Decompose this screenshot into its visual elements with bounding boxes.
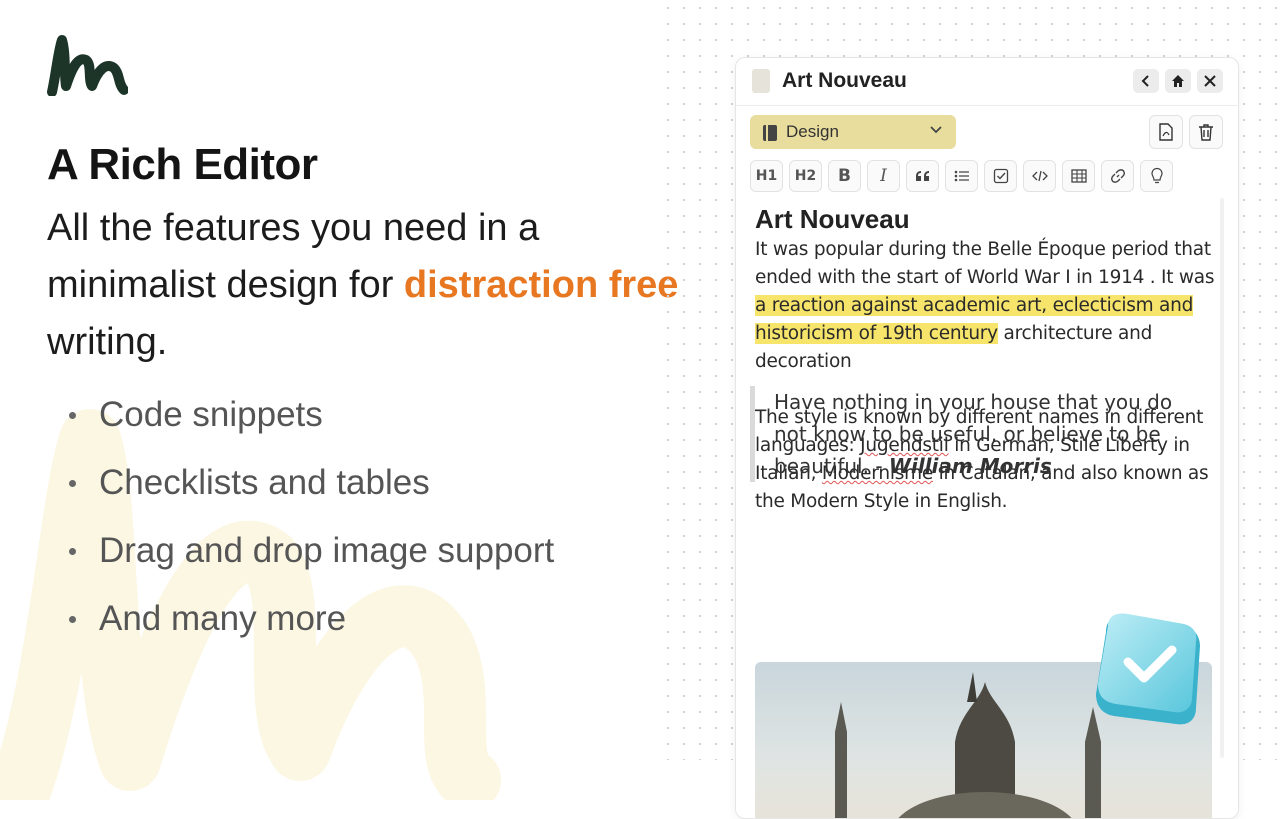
editor-header: Art Nouveau xyxy=(736,58,1238,106)
close-button[interactable] xyxy=(1197,69,1223,93)
checkmark-badge-icon xyxy=(1096,613,1200,725)
content-heading: Art Nouveau xyxy=(755,204,910,234)
hero-title: A Rich Editor xyxy=(47,140,318,189)
code-icon xyxy=(1031,170,1048,182)
notebook-icon xyxy=(763,125,777,141)
blockquote-button[interactable] xyxy=(906,160,939,192)
hero-subtitle-end: writing. xyxy=(47,321,168,363)
feature-item: Checklists and tables xyxy=(66,458,554,526)
feature-item: Code snippets xyxy=(66,390,554,458)
app-logo xyxy=(47,35,128,96)
feature-list: Code snippets Checklists and tables Drag… xyxy=(66,390,554,662)
editor-scrollbar[interactable] xyxy=(1220,198,1224,758)
bullet-list-icon xyxy=(954,170,969,182)
export-pdf-button[interactable] xyxy=(1149,115,1183,149)
trash-icon xyxy=(1199,124,1213,141)
blockquote: Have nothing in your house that you do n… xyxy=(750,386,1194,482)
table-button[interactable] xyxy=(1062,160,1095,192)
document-icon xyxy=(752,69,770,93)
editor-title: Art Nouveau xyxy=(782,69,907,92)
bold-button[interactable]: B xyxy=(828,160,861,192)
pdf-export-icon xyxy=(1159,123,1173,141)
table-icon xyxy=(1070,169,1087,183)
callout-button[interactable] xyxy=(1140,160,1173,192)
home-icon xyxy=(1172,75,1184,87)
chevron-down-icon xyxy=(930,126,942,134)
checklist-button[interactable] xyxy=(984,160,1017,192)
quote-icon xyxy=(915,171,929,181)
category-select[interactable]: Design xyxy=(750,115,956,149)
back-icon xyxy=(1141,75,1149,87)
back-button[interactable] xyxy=(1133,69,1159,93)
home-button[interactable] xyxy=(1165,69,1191,93)
delete-button[interactable] xyxy=(1189,115,1223,149)
lightbulb-icon xyxy=(1150,167,1163,184)
code-button[interactable] xyxy=(1023,160,1056,192)
category-label: Design xyxy=(786,122,839,141)
link-button[interactable] xyxy=(1101,160,1134,192)
close-icon xyxy=(1204,75,1216,87)
checklist-icon xyxy=(993,168,1008,184)
paragraph: It was popular during the Belle Époque p… xyxy=(755,236,1217,376)
feature-item: Drag and drop image support xyxy=(66,526,554,594)
italic-button[interactable]: I xyxy=(867,160,900,192)
paragraph-text: It was popular during the Belle Époque p… xyxy=(755,239,1215,288)
link-icon xyxy=(1110,169,1125,183)
heading1-button[interactable]: H1 xyxy=(750,160,783,192)
heading2-button[interactable]: H2 xyxy=(789,160,822,192)
hero-subtitle-accent: distraction free xyxy=(403,264,679,306)
quote-author: William Morris xyxy=(888,454,1052,478)
bullet-list-button[interactable] xyxy=(945,160,978,192)
feature-item: And many more xyxy=(66,594,554,662)
hero-subtitle: All the features you need in a minimalis… xyxy=(47,200,687,371)
